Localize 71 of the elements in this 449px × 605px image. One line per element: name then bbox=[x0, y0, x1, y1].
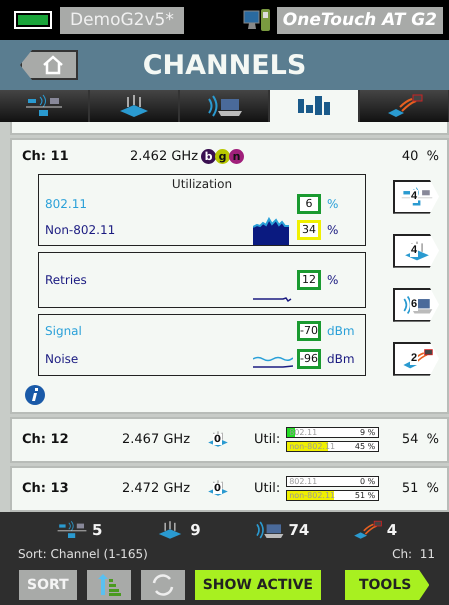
tab[interactable] bbox=[180, 90, 268, 122]
channel-number: Ch: 11 bbox=[22, 149, 70, 164]
detail-button[interactable]: 6 bbox=[393, 288, 439, 322]
metric-value: 6 bbox=[297, 194, 321, 214]
channel-total: 40 % bbox=[402, 149, 439, 164]
metric-label: Retries bbox=[45, 272, 87, 287]
sort-ascending-icon bbox=[96, 573, 122, 597]
channel-number: Ch: 12 bbox=[22, 432, 70, 448]
tab[interactable] bbox=[270, 90, 358, 122]
metric-value: -96 bbox=[297, 348, 321, 369]
count-label: 74 bbox=[288, 521, 310, 539]
count-label: 2 bbox=[410, 352, 418, 365]
metric-value: 12 bbox=[297, 270, 321, 290]
count-label: 4 bbox=[410, 190, 418, 203]
computer-phone-icon bbox=[242, 7, 271, 33]
profile-name: DemoG2v5* bbox=[60, 6, 184, 34]
metric-unit: dBm bbox=[326, 324, 356, 338]
bar-reading: 0 % bbox=[360, 477, 376, 486]
show-active-button[interactable]: SHOW ACTIVE bbox=[194, 570, 321, 600]
band-badge: b bbox=[201, 149, 216, 164]
panel-title: Utilization bbox=[170, 176, 234, 191]
metric-unit: % bbox=[326, 222, 340, 237]
metric-label: Noise bbox=[45, 352, 78, 366]
detail-button[interactable]: 4 bbox=[393, 180, 439, 214]
metric-value: 34 bbox=[297, 220, 321, 240]
band-badge: n bbox=[229, 149, 244, 164]
bar-label: 802.11 bbox=[288, 477, 318, 486]
count-label: 5 bbox=[92, 521, 102, 539]
battery-icon bbox=[14, 11, 52, 29]
detail-button[interactable]: 4 bbox=[393, 234, 439, 268]
band-badge: g bbox=[215, 149, 230, 164]
home-icon bbox=[42, 55, 64, 75]
channel-number: Ch: 13 bbox=[22, 481, 70, 496]
metric-unit: % bbox=[326, 196, 340, 211]
util-label: Util: bbox=[254, 432, 280, 448]
sort-label: Sort: Channel (1-165) bbox=[18, 547, 148, 561]
count-label: 9 bbox=[190, 521, 201, 539]
metric-label: Signal bbox=[45, 324, 82, 338]
retries-sparkline bbox=[253, 294, 293, 303]
network-icon bbox=[56, 519, 88, 541]
count-label: 0 bbox=[213, 482, 222, 494]
frequency: 2.462 GHz bbox=[130, 149, 198, 164]
metric-unit: % bbox=[326, 272, 340, 287]
network-icon bbox=[24, 93, 64, 119]
count-label: 4 bbox=[386, 521, 398, 539]
home-button[interactable] bbox=[20, 50, 78, 80]
current-channel: Ch: 11 bbox=[392, 547, 435, 561]
bar-reading: 51 % bbox=[354, 491, 376, 500]
channel-total: 54 % bbox=[402, 432, 439, 448]
page-title: CHANNELS bbox=[142, 50, 308, 80]
metric-unit: dBm bbox=[326, 352, 356, 366]
detail-button[interactable]: 2 bbox=[393, 342, 439, 376]
channel-total: 51 % bbox=[402, 481, 439, 496]
bar-reading: 9 % bbox=[360, 428, 376, 438]
metric-label: Non-802.11 bbox=[45, 222, 116, 237]
frequency: 2.467 GHz bbox=[122, 432, 192, 448]
util-label: Util: bbox=[254, 481, 280, 496]
count-label: 0 bbox=[213, 434, 222, 445]
tab[interactable] bbox=[360, 90, 448, 122]
device-name: OneTouch AT G2 bbox=[276, 6, 443, 34]
count-label: 6 bbox=[410, 298, 418, 311]
tab[interactable] bbox=[0, 90, 88, 122]
noise-sparkline bbox=[253, 354, 293, 369]
frequency: 2.472 GHz bbox=[122, 481, 192, 496]
bar-reading: 45 % bbox=[354, 442, 376, 452]
tab[interactable] bbox=[90, 90, 178, 122]
metric-value: -70 bbox=[297, 320, 321, 341]
info-icon[interactable] bbox=[24, 384, 46, 406]
metric-label: 802.11 bbox=[45, 196, 87, 211]
tools-button[interactable]: TOOLS bbox=[344, 570, 430, 600]
count-label: 4 bbox=[410, 244, 418, 257]
